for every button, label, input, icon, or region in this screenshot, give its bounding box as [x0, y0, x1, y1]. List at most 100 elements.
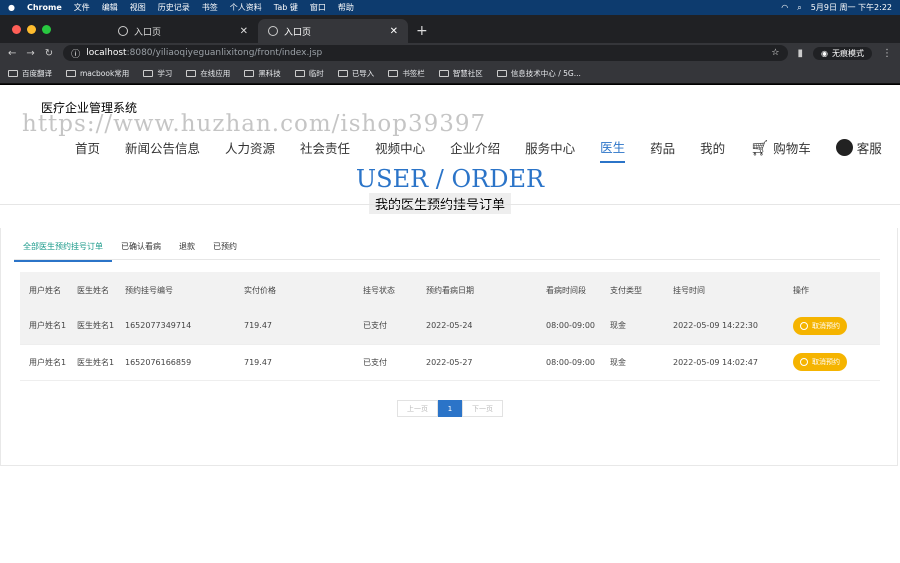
- folder-icon: [143, 69, 154, 77]
- incognito-icon: ◉: [821, 48, 828, 58]
- bookmark-item[interactable]: macbook常用: [66, 68, 129, 79]
- cancel-label: 取消预约: [812, 321, 840, 330]
- browser-tab-2[interactable]: 入口页 ✕: [258, 19, 408, 43]
- bookmarks-bar: 百度翻译 macbook常用 学习 在线应用 黑科技 临时 已导入 书签栏 智慧…: [0, 63, 900, 84]
- bookmark-item[interactable]: 临时: [294, 68, 324, 79]
- bookmark-item[interactable]: 已导入: [337, 68, 375, 79]
- menu-app-name[interactable]: Chrome: [27, 3, 62, 12]
- folder-icon: [244, 69, 255, 77]
- bookmark-label: 临时: [308, 68, 324, 78]
- nav-customer-service[interactable]: 客服: [835, 137, 882, 163]
- star-icon[interactable]: ☆: [771, 48, 779, 58]
- bookmark-item[interactable]: 信息技术中心 / 5G...: [496, 68, 581, 79]
- translate-icon: [8, 69, 18, 77]
- back-icon[interactable]: ←: [8, 48, 16, 59]
- folder-icon: [438, 69, 449, 77]
- cancel-booking-button[interactable]: 取消预约: [793, 316, 847, 335]
- globe-icon: [268, 26, 278, 36]
- bookmark-label: 书签栏: [402, 68, 425, 78]
- bookmark-item[interactable]: 学习: [143, 68, 172, 79]
- tab-label: 入口页: [134, 27, 162, 38]
- tab-label: 入口页: [284, 27, 312, 38]
- url-bar[interactable]: ⓘ localhost:8080/yiliaoqiyeguanlixitong/…: [63, 45, 788, 61]
- menu-kebab-icon[interactable]: ⋮: [882, 48, 892, 59]
- nav-hr[interactable]: 人力资源: [225, 137, 275, 163]
- close-icon[interactable]: ✕: [390, 26, 398, 37]
- cart-icon: 🛒︎: [750, 138, 770, 157]
- cart-label: 购物车: [773, 141, 811, 156]
- browser-tab-strip: 入口页 ✕ 入口页 ✕ +: [0, 15, 900, 43]
- sidebar-icon[interactable]: ▮: [798, 48, 804, 59]
- address-toolbar: ← → ↻ ⓘ localhost:8080/yiliaoqiyeguanlix…: [0, 43, 900, 63]
- browser-tab-1[interactable]: 入口页 ✕: [108, 19, 258, 43]
- reload-icon[interactable]: ↻: [45, 48, 53, 59]
- service-label: 客服: [856, 141, 882, 156]
- nav-home[interactable]: 首页: [75, 137, 100, 163]
- menu-bookmarks[interactable]: 书签: [202, 2, 218, 13]
- close-icon[interactable]: ✕: [240, 26, 248, 37]
- incognito-badge[interactable]: ◉ 无痕模式: [813, 46, 872, 60]
- search-icon[interactable]: ⌕: [797, 3, 801, 13]
- new-tab-button[interactable]: +: [416, 23, 428, 39]
- apple-icon[interactable]: ●: [8, 3, 15, 12]
- divider: [0, 204, 900, 205]
- menu-edit[interactable]: 编辑: [102, 2, 118, 13]
- link-icon: [496, 69, 507, 77]
- cancel-icon: [800, 321, 808, 330]
- folder-icon: [337, 69, 348, 77]
- bookmark-label: 信息技术中心 / 5G...: [510, 68, 581, 78]
- bookmark-label: 智慧社区: [452, 68, 483, 78]
- menu-window[interactable]: 窗口: [310, 2, 326, 13]
- bookmark-label: 百度翻译: [22, 68, 52, 78]
- hero-english-title: USER / ORDER: [355, 165, 545, 193]
- wifi-icon[interactable]: ◠: [781, 3, 788, 12]
- url-host: localhost: [86, 48, 127, 58]
- globe-icon: [118, 26, 128, 36]
- bookmark-item[interactable]: 在线应用: [186, 68, 230, 79]
- main-nav: 首页 新闻公告信息 人力资源 社会责任 视频中心 企业介绍 服务中心 医生 药品…: [75, 137, 900, 163]
- folder-icon: [294, 69, 305, 77]
- bookmark-label: 已导入: [351, 68, 375, 78]
- chat-icon: [835, 139, 853, 156]
- menu-profile[interactable]: 个人资料: [230, 2, 262, 13]
- forward-icon[interactable]: →: [26, 48, 34, 59]
- menu-help[interactable]: 帮助: [338, 2, 354, 13]
- cancel-booking-button[interactable]: 取消预约: [793, 353, 847, 371]
- bookmark-label: 学习: [157, 68, 173, 78]
- window-controls: [12, 25, 51, 34]
- menu-view[interactable]: 视图: [130, 2, 146, 13]
- bookmark-item[interactable]: 黑科技: [244, 68, 281, 79]
- nav-social[interactable]: 社会责任: [300, 137, 350, 163]
- bookmark-label: 黑科技: [258, 68, 281, 78]
- nav-video[interactable]: 视频中心: [375, 137, 425, 163]
- bookmark-label: 在线应用: [200, 68, 231, 78]
- web-page: 医疗企业管理系统 https://www.huzhan.com/ishop393…: [0, 85, 900, 563]
- watermark-text: https://www.huzhan.com/ishop39397: [22, 111, 487, 137]
- bookmark-item[interactable]: 智慧社区: [438, 68, 483, 79]
- menubar-clock[interactable]: 5月9日 周一 下午2:22: [811, 2, 892, 13]
- cancel-icon: [800, 358, 808, 366]
- folder-icon: [388, 69, 399, 77]
- menu-tab[interactable]: Tab 键: [274, 2, 298, 13]
- cancel-label: 取消预约: [812, 358, 840, 366]
- nav-news[interactable]: 新闻公告信息: [125, 137, 200, 163]
- macos-menubar: ● Chrome 文件 编辑 视图 历史记录 书签 个人资料 Tab 键 窗口 …: [0, 0, 900, 15]
- nav-about[interactable]: 企业介绍: [450, 137, 500, 163]
- info-icon[interactable]: ⓘ: [71, 47, 80, 60]
- minimize-window-button[interactable]: [27, 25, 36, 34]
- nav-cart[interactable]: 🛒︎ 购物车: [750, 137, 811, 163]
- nav-medicine[interactable]: 药品: [650, 137, 675, 163]
- nav-mine[interactable]: 我的: [700, 137, 725, 163]
- bookmark-item[interactable]: 书签栏: [388, 68, 425, 79]
- zoom-window-button[interactable]: [42, 25, 51, 34]
- menu-history[interactable]: 历史记录: [158, 2, 190, 13]
- nav-service[interactable]: 服务中心: [525, 137, 575, 163]
- close-window-button[interactable]: [12, 25, 21, 34]
- url-path: :8080/yiliaoqiyeguanlixitong/front/index…: [126, 48, 323, 58]
- incognito-label: 无痕模式: [832, 48, 864, 58]
- folder-icon: [186, 69, 197, 77]
- menu-file[interactable]: 文件: [74, 2, 90, 13]
- bookmark-label: macbook常用: [80, 68, 130, 78]
- nav-doctor[interactable]: 医生: [600, 137, 626, 163]
- bookmark-item[interactable]: 百度翻译: [8, 68, 52, 79]
